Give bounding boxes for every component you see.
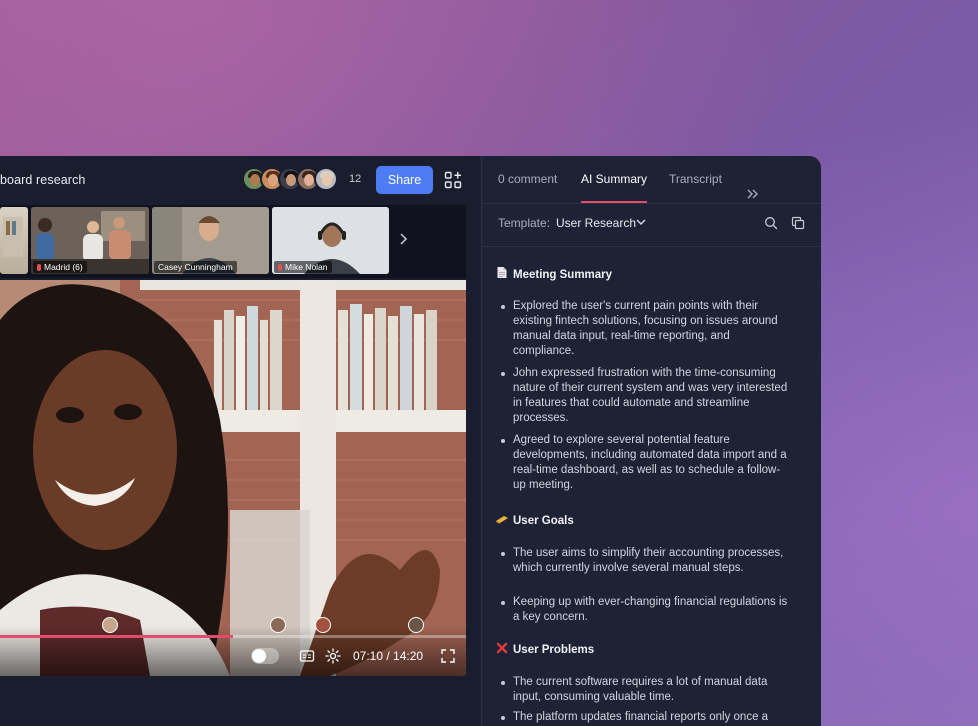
meeting-title: board research xyxy=(0,173,86,187)
tab-ai-summary[interactable]: AI Summary xyxy=(581,172,647,186)
playback-time: 07:10 / 14:20 xyxy=(353,649,424,663)
main-video[interactable]: 07:10 / 14:20 xyxy=(0,280,466,676)
active-tab-indicator xyxy=(581,201,647,203)
section-title: User Goals xyxy=(513,515,574,527)
grid-plus-icon[interactable] xyxy=(444,171,462,189)
tab-transcript[interactable]: Transcript xyxy=(669,172,722,186)
document-icon xyxy=(497,267,507,278)
toggle-knob xyxy=(252,649,266,663)
section-heading-user-goals: User Goals xyxy=(495,513,574,527)
muted-mic-icon xyxy=(37,264,41,271)
thumbnail-name-label: Mike Nolan xyxy=(274,261,332,273)
comment-marker-avatar[interactable] xyxy=(315,617,331,633)
list-item: John expressed frustration with the time… xyxy=(501,367,788,424)
thumbnail-name-label: Madrid (6) xyxy=(33,261,87,273)
double-chevron-right-icon[interactable] xyxy=(747,189,759,199)
list-item: The platform updates financial reports o… xyxy=(501,710,788,725)
cross-icon xyxy=(496,642,508,654)
section-title: User Problems xyxy=(513,644,595,656)
list-item: Agreed to explore several potential feat… xyxy=(501,434,787,491)
panel-tabs: 0 comment AI Summary Transcript xyxy=(482,156,821,204)
play-pause-toggle[interactable] xyxy=(251,648,279,664)
tab-comments[interactable]: 0 comment xyxy=(498,172,557,186)
participant-avatars[interactable] xyxy=(242,167,338,193)
list-item: Keeping up with ever-changing financial … xyxy=(501,596,788,623)
section-heading-meeting-summary: Meeting Summary xyxy=(495,266,612,281)
chevron-down-icon[interactable] xyxy=(636,218,646,226)
copy-icon[interactable] xyxy=(791,216,805,230)
list-item: The current software requires a lot of m… xyxy=(501,675,788,705)
comment-marker-avatar[interactable] xyxy=(408,617,424,633)
template-dropdown[interactable]: User Research xyxy=(556,216,636,230)
goal-icon xyxy=(496,516,508,524)
list-item: Explored the user's current pain points … xyxy=(501,299,788,359)
video-topbar: board research 12 Share xyxy=(0,156,480,204)
fullscreen-icon[interactable] xyxy=(440,648,456,664)
participant-thumbnail[interactable]: Casey Cunningham xyxy=(152,207,269,274)
template-label: Template: xyxy=(498,216,551,230)
captions-icon[interactable] xyxy=(299,648,315,664)
avatar[interactable] xyxy=(314,167,338,191)
template-selector-row: Template: User Research xyxy=(482,204,821,247)
speaker-video-frame xyxy=(0,280,466,676)
section-title: Meeting Summary xyxy=(513,269,613,281)
progress-fill xyxy=(0,635,233,638)
video-section: board research 12 Share Madrid (6) Casey… xyxy=(0,156,480,726)
settings-gear-icon[interactable] xyxy=(325,648,341,664)
thumbnail-name: Mike Nolan xyxy=(285,262,328,272)
comment-marker-avatar[interactable] xyxy=(270,617,286,633)
participant-thumbnail[interactable]: Madrid (6) xyxy=(31,207,149,274)
meeting-app-window: board research 12 Share Madrid (6) Casey… xyxy=(0,156,821,726)
chevron-right-icon[interactable] xyxy=(398,233,408,245)
thumbnail-name-label: Casey Cunningham xyxy=(154,261,237,273)
player-controls: 07:10 / 14:20 xyxy=(0,617,466,676)
comment-marker-avatar[interactable] xyxy=(102,617,118,633)
thumbnail-video-frame xyxy=(3,217,23,257)
participant-thumbnail[interactable]: Mike Nolan xyxy=(272,207,389,274)
search-icon[interactable] xyxy=(764,216,778,230)
thumbnail-name: Madrid (6) xyxy=(44,262,83,272)
share-button[interactable]: Share xyxy=(376,166,433,194)
participant-thumbnail-strip: Madrid (6) Casey Cunningham Mike Nolan xyxy=(0,205,466,278)
list-item: The user aims to simplify their accounti… xyxy=(501,546,788,576)
participant-thumbnail[interactable] xyxy=(0,207,28,274)
progress-bar[interactable] xyxy=(0,617,466,638)
section-heading-user-problems: User Problems xyxy=(495,642,594,656)
participant-count: 12 xyxy=(349,173,362,185)
muted-mic-icon xyxy=(278,264,282,271)
side-panel: 0 comment AI Summary Transcript Template… xyxy=(481,156,821,726)
